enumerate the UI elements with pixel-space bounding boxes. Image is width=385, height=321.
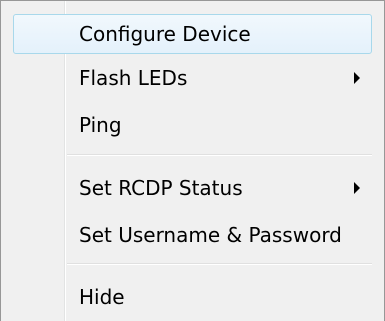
menu-separator xyxy=(67,263,372,265)
menu-item-ping[interactable]: Ping xyxy=(13,105,372,145)
menu-item-set-username-password[interactable]: Set Username & Password xyxy=(13,215,372,255)
menu-item-configure-device[interactable]: Configure Device xyxy=(13,14,372,54)
menu-item-label: Hide xyxy=(79,285,125,309)
context-menu: Configure Device Flash LEDs Ping Set RCD… xyxy=(0,0,385,321)
menu-item-label: Set RCDP Status xyxy=(79,176,243,200)
menu-item-hide[interactable]: Hide xyxy=(13,277,372,317)
menu-item-set-rcdp-status[interactable]: Set RCDP Status xyxy=(13,168,372,208)
menu-separator xyxy=(67,154,372,156)
menu-item-label: Ping xyxy=(79,113,122,137)
submenu-arrow-icon xyxy=(354,72,360,84)
menu-item-label: Flash LEDs xyxy=(79,66,188,90)
submenu-arrow-icon xyxy=(354,182,360,194)
menu-item-flash-leds[interactable]: Flash LEDs xyxy=(13,58,372,98)
menu-item-label: Set Username & Password xyxy=(79,223,342,247)
menu-item-label: Configure Device xyxy=(79,22,251,46)
